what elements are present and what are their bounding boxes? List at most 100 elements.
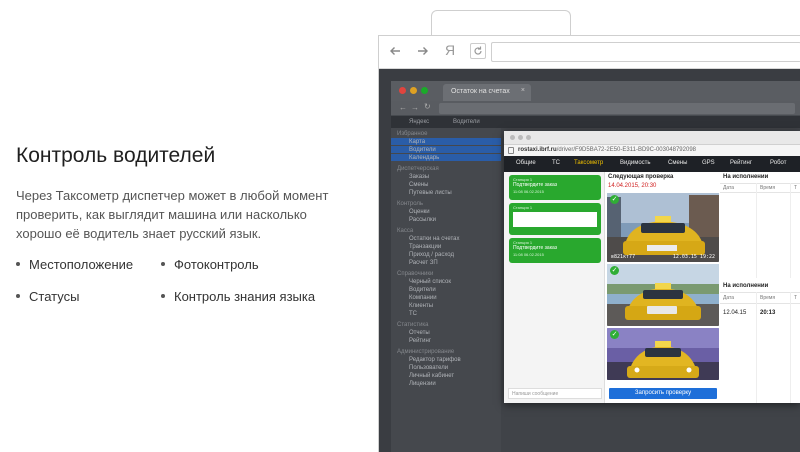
topbar-item[interactable]: Водители <box>453 119 480 125</box>
url-path: /driver/F9D5BA72-2E50-E311-BD9C-00304879… <box>556 147 696 153</box>
message-text: Подтвердите заказ <box>513 182 558 188</box>
execution-title: На исполнении <box>723 283 769 289</box>
sidebar-item[interactable]: Водители <box>409 287 436 293</box>
back-icon[interactable]: ← <box>399 103 407 112</box>
divider <box>756 292 757 403</box>
divider <box>720 292 800 293</box>
driver-tabs: Общие ТС Таксометр Видимость Смены GPS Р… <box>504 156 800 172</box>
sidebar-item[interactable]: Рассылки <box>409 217 436 223</box>
column-type: Т <box>794 295 798 301</box>
browser-tab[interactable] <box>431 10 571 36</box>
minimize-dot-icon[interactable] <box>410 87 417 94</box>
sidebar-item[interactable]: Приход / расход <box>409 252 454 258</box>
promo-description: Через Таксометр диспетчер может в любой … <box>16 188 329 241</box>
message-time: 11:08 06.02.2015 <box>513 252 544 257</box>
close-icon[interactable]: × <box>521 87 525 94</box>
sidebar-item[interactable]: Заказы <box>409 174 429 180</box>
tab-robot[interactable]: Робот <box>770 160 786 166</box>
inner-tabbar: Остаток на счетах × <box>391 81 800 101</box>
maximize-dot-icon[interactable] <box>526 135 531 140</box>
sidebar-item[interactable]: Карта <box>409 139 425 145</box>
tab-shifts[interactable]: Смены <box>668 160 687 166</box>
maximize-dot-icon[interactable] <box>421 87 428 94</box>
photo-timestamp: 12.03.15 19:22 <box>672 254 715 260</box>
close-dot-icon[interactable] <box>399 87 406 94</box>
feature-label: Статусы <box>29 289 80 304</box>
sidebar-item[interactable]: Личный кабинет <box>409 373 454 379</box>
sidebar-item[interactable]: ТС <box>409 311 417 317</box>
sidebar-item[interactable]: Отчеты <box>409 330 430 336</box>
tab-rating[interactable]: Рейтинг <box>730 160 752 166</box>
feature-label: Местоположение <box>29 257 134 272</box>
app-topbar: Яндекс Водители <box>391 116 800 128</box>
sidebar-item[interactable]: Клиенты <box>409 303 433 309</box>
column-date: Дата <box>723 295 735 301</box>
tab-general[interactable]: Общие <box>516 160 536 166</box>
inner-address-bar[interactable] <box>439 103 795 114</box>
tab-taximeter[interactable]: Таксометр <box>574 160 603 166</box>
tab-gps[interactable]: GPS <box>702 160 715 166</box>
sidebar-item[interactable]: Календарь <box>409 155 439 161</box>
close-dot-icon[interactable] <box>510 135 515 140</box>
car-photo[interactable]: ✓ <box>607 264 719 326</box>
sidebar-item[interactable]: Компании <box>409 295 437 301</box>
message-text: Подтвердите заказ <box>513 245 558 251</box>
reload-icon[interactable] <box>470 43 486 59</box>
divider <box>790 183 791 278</box>
reload-icon[interactable]: ↻ <box>424 102 431 111</box>
back-icon[interactable] <box>389 44 401 60</box>
sidebar-item[interactable]: Водители <box>409 147 436 153</box>
sidebar-item[interactable]: Смены <box>409 182 428 188</box>
sidebar-item[interactable]: Путевые листы <box>409 190 452 196</box>
column-date: Дата <box>723 185 735 191</box>
car-photo[interactable]: ✓ в821кт77 12.03.15 19:22 <box>607 193 719 262</box>
inner-tab[interactable]: Остаток на счетах × <box>443 84 531 101</box>
yandex-logo-icon[interactable]: Я <box>445 42 455 58</box>
column-type: Т <box>794 185 798 191</box>
tab-visibility[interactable]: Видимость <box>620 160 651 166</box>
next-check-date: 14.04.2015, 20:30 <box>608 183 657 189</box>
forward-icon[interactable]: → <box>411 103 419 112</box>
popup-titlebar <box>504 131 800 145</box>
tab-vehicle[interactable]: ТС <box>552 160 560 166</box>
messages-panel: Станция 1 Подтвердите заказ 11:08 06.02.… <box>504 172 605 403</box>
car-photo[interactable]: ✓ <box>607 328 719 380</box>
sidebar-group-label: Справочники <box>397 271 434 277</box>
topbar-item[interactable]: Яндекс <box>409 119 429 125</box>
message-bubble: Станция 1 Подтвердите заказ 11:08 06.02.… <box>509 238 601 263</box>
execution-date: 12.04.15 <box>723 310 747 316</box>
message-input[interactable]: Напиши сообщение <box>508 388 602 399</box>
message-blank <box>513 212 597 227</box>
inner-navbar: ← → ↻ <box>391 101 800 116</box>
check-icon: ✓ <box>610 266 619 275</box>
request-check-button[interactable]: Запросить проверку <box>609 388 717 399</box>
sidebar-item[interactable]: Транзакции <box>409 244 441 250</box>
popup-address-bar[interactable]: rostaxi.ibrf.ru/driver/F9D5BA72-2E50-E31… <box>504 145 800 156</box>
bullet-icon <box>161 261 165 266</box>
sidebar-item[interactable]: Редактор тарифов <box>409 357 461 363</box>
sidebar-item[interactable]: Оценки <box>409 209 430 215</box>
next-check-label: Следующая проверка <box>608 174 674 180</box>
check-icon: ✓ <box>610 330 619 339</box>
forward-icon[interactable] <box>417 44 429 60</box>
feature-item: Местоположение <box>16 257 133 272</box>
address-bar[interactable] <box>491 42 800 62</box>
feature-item: Фотоконтроль <box>161 257 259 272</box>
sidebar-item[interactable]: Остатки на счетах <box>409 236 459 242</box>
sidebar-item[interactable]: Черный список <box>409 279 451 285</box>
feature-item: Статусы <box>16 289 79 304</box>
inner-tab-title: Остаток на счетах <box>451 88 510 95</box>
bullet-icon <box>16 293 20 298</box>
message-bubble: Станция 1 <box>509 203 601 235</box>
sidebar-item[interactable]: Лицензии <box>409 381 436 387</box>
sidebar-item[interactable]: Расчет ЗП <box>409 260 438 266</box>
execution-title: На исполнении <box>723 174 769 180</box>
feature-label: Контроль знания языка <box>174 289 316 304</box>
minimize-dot-icon[interactable] <box>518 135 523 140</box>
feature-label: Фотоконтроль <box>174 257 259 272</box>
sidebar-item[interactable]: Пользователи <box>409 365 448 371</box>
sidebar-group-label: Избранное <box>397 131 428 137</box>
column-time: Время <box>760 185 776 191</box>
execution-panel: На исполнении Дата Время Т На исполнении… <box>720 172 800 403</box>
sidebar-item[interactable]: Рейтинг <box>409 338 431 344</box>
